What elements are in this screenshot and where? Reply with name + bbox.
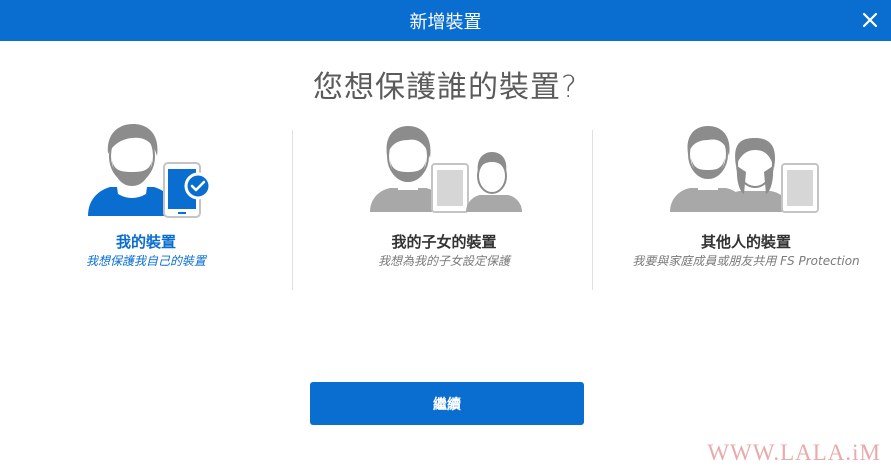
page-question: 您想保護誰的裝置? (313, 70, 578, 105)
option-title: 我的裝置 (115, 233, 176, 251)
option-title: 我的子女的裝置 (391, 233, 497, 251)
dialog-title-bar: 新增裝置 (0, 0, 891, 41)
option-description: 我要與家庭成員或朋友共用 FS Protection (632, 254, 860, 268)
divider (592, 130, 593, 290)
divider (292, 130, 293, 290)
continue-button[interactable]: 繼續 (310, 382, 584, 425)
parent-child-tablet-icon (370, 126, 522, 213)
close-button[interactable] (857, 7, 883, 33)
dialog-title: 新增裝置 (409, 11, 482, 33)
watermark: WWW.LALA.iM (707, 440, 881, 465)
option-my-device[interactable]: 我的裝置 我想保護我自己的裝置 (0, 120, 292, 300)
two-people-tablet-icon (670, 126, 819, 213)
option-description: 我想為我的子女設定保護 (377, 254, 510, 268)
close-icon (862, 12, 878, 28)
option-children-device[interactable]: 我的子女的裝置 我想為我的子女設定保護 (298, 120, 590, 300)
option-description: 我想保護我自己的裝置 (85, 254, 206, 268)
option-title: 其他人的裝置 (700, 233, 791, 251)
person-phone-checked-icon (88, 124, 212, 218)
option-others-device[interactable]: 其他人的裝置 我要與家庭成員或朋友共用 FS Protection (600, 120, 891, 300)
